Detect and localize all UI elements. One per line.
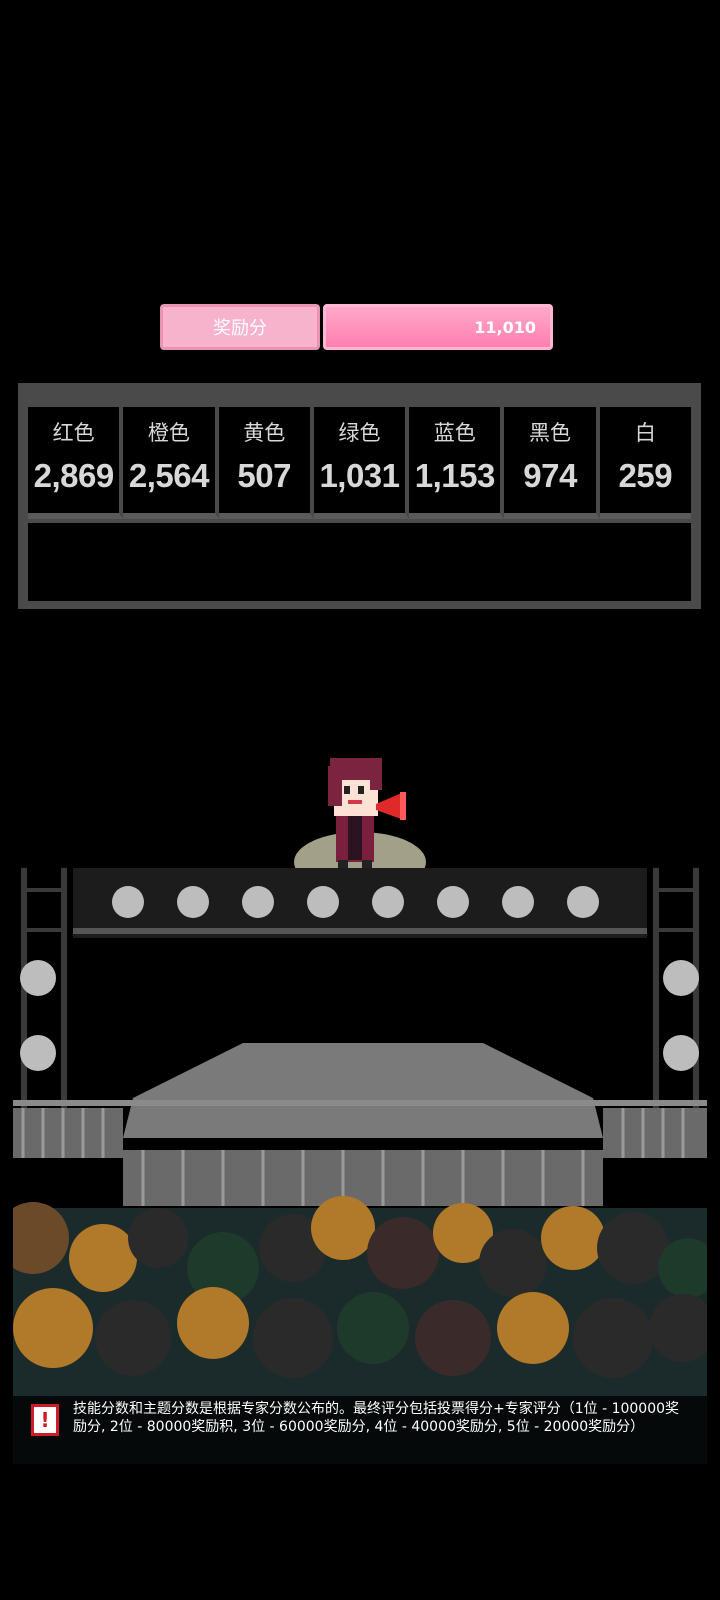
score-value: 259 — [618, 457, 673, 494]
score-cell-red: 红色 2,869 — [28, 407, 124, 519]
score-value: 1,153 — [414, 457, 496, 494]
score-cell-yellow: 黄色 507 — [218, 407, 314, 519]
score-cell-green: 绿色 1,031 — [313, 407, 410, 519]
bonus-label: 奖励分 — [160, 304, 320, 350]
info-text: 技能分数和主题分数是根据专家分数公布的。最终评分包括投票得分+专家评分（1位 -… — [73, 1401, 680, 1435]
bonus-value: 11,010 — [323, 304, 553, 350]
score-value: 2,564 — [128, 457, 210, 494]
bonus-score-bar: 奖励分 11,010 — [160, 304, 553, 350]
score-name: 黄色 — [243, 421, 286, 445]
score-cell-orange: 橙色 2,564 — [123, 407, 219, 519]
score-value: 2,869 — [33, 457, 115, 494]
color-score-row: 红色 2,869 橙色 2,564 黄色 507 绿色 1,031 蓝色 1,1… — [28, 407, 691, 519]
stage-scene — [13, 868, 707, 1464]
score-cell-black: 黑色 974 — [504, 407, 600, 519]
score-value: 1,031 — [319, 457, 400, 494]
score-cell-blue: 蓝色 1,153 — [409, 407, 505, 519]
score-value: 974 — [523, 457, 577, 494]
score-name: 黑色 — [529, 421, 572, 445]
score-name: 白 — [634, 421, 656, 445]
score-value: 507 — [237, 457, 291, 494]
score-panel-empty-area — [28, 523, 691, 601]
score-name: 红色 — [52, 421, 95, 445]
info-icon: ! — [31, 1404, 59, 1436]
score-cell-white: 白 259 — [599, 407, 691, 519]
score-name: 蓝色 — [433, 421, 476, 445]
info-note: ! 技能分数和主题分数是根据专家分数公布的。最终评分包括投票得分+专家评分（1位… — [13, 1396, 707, 1464]
color-score-panel: 红色 2,869 橙色 2,564 黄色 507 绿色 1,031 蓝色 1,1… — [18, 383, 701, 609]
score-name: 绿色 — [338, 421, 381, 445]
score-name: 橙色 — [147, 421, 190, 445]
